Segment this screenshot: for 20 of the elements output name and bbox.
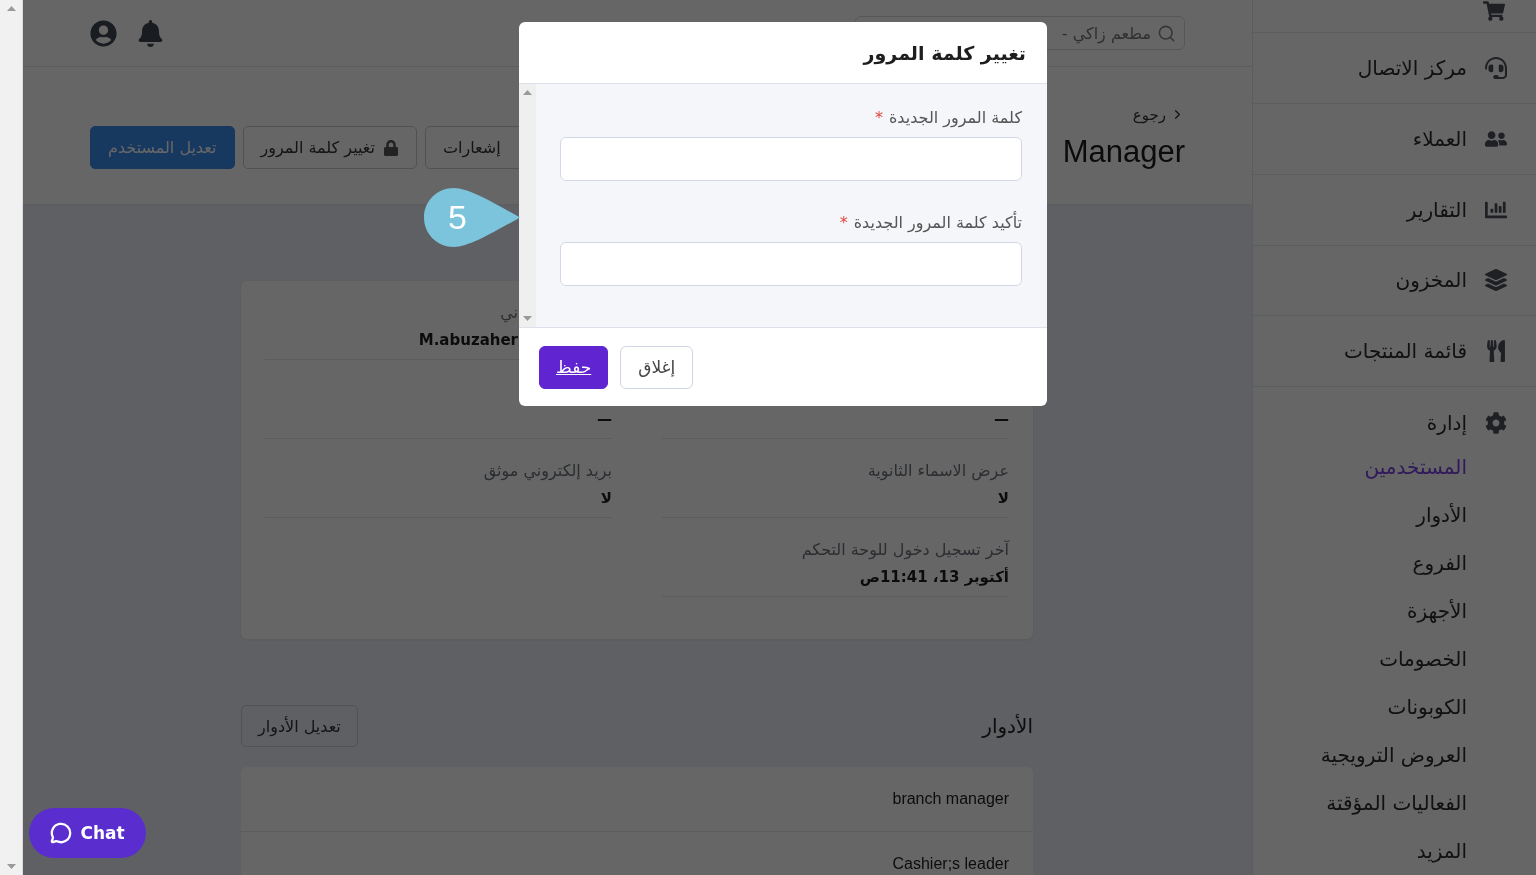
role-name: branch manager bbox=[892, 790, 1009, 808]
page-title: Manager bbox=[1062, 132, 1185, 170]
field-label: كلمة المرور الجديدة bbox=[888, 107, 1022, 130]
section-title: الأدوار bbox=[982, 714, 1033, 738]
field-value: — bbox=[994, 409, 1009, 430]
field-label: عرض الاسماء الثانوية bbox=[867, 460, 1009, 483]
field-value: أكتوبر 13، 11:41ص bbox=[859, 566, 1009, 588]
dialog-title: تغيير كلمة المرور bbox=[863, 41, 1026, 64]
field-label: آخر تسجيل دخول للوحة التحكم bbox=[801, 539, 1009, 562]
field-value: لا bbox=[600, 488, 612, 509]
role-name: Cashier;s leader bbox=[892, 855, 1009, 873]
step-marker: 5 bbox=[424, 188, 520, 247]
field-label: ني bbox=[500, 302, 518, 325]
field-label: بريد إلكتروني موثق bbox=[483, 460, 612, 483]
required-mark: * bbox=[839, 212, 848, 234]
field-label: تأكيد كلمة المرور الجديدة bbox=[853, 211, 1022, 235]
field-value: M.abuzaher bbox=[418, 330, 518, 351]
field-value: لا bbox=[997, 488, 1009, 509]
required-mark: * bbox=[874, 107, 883, 129]
field-value: — bbox=[597, 409, 612, 430]
